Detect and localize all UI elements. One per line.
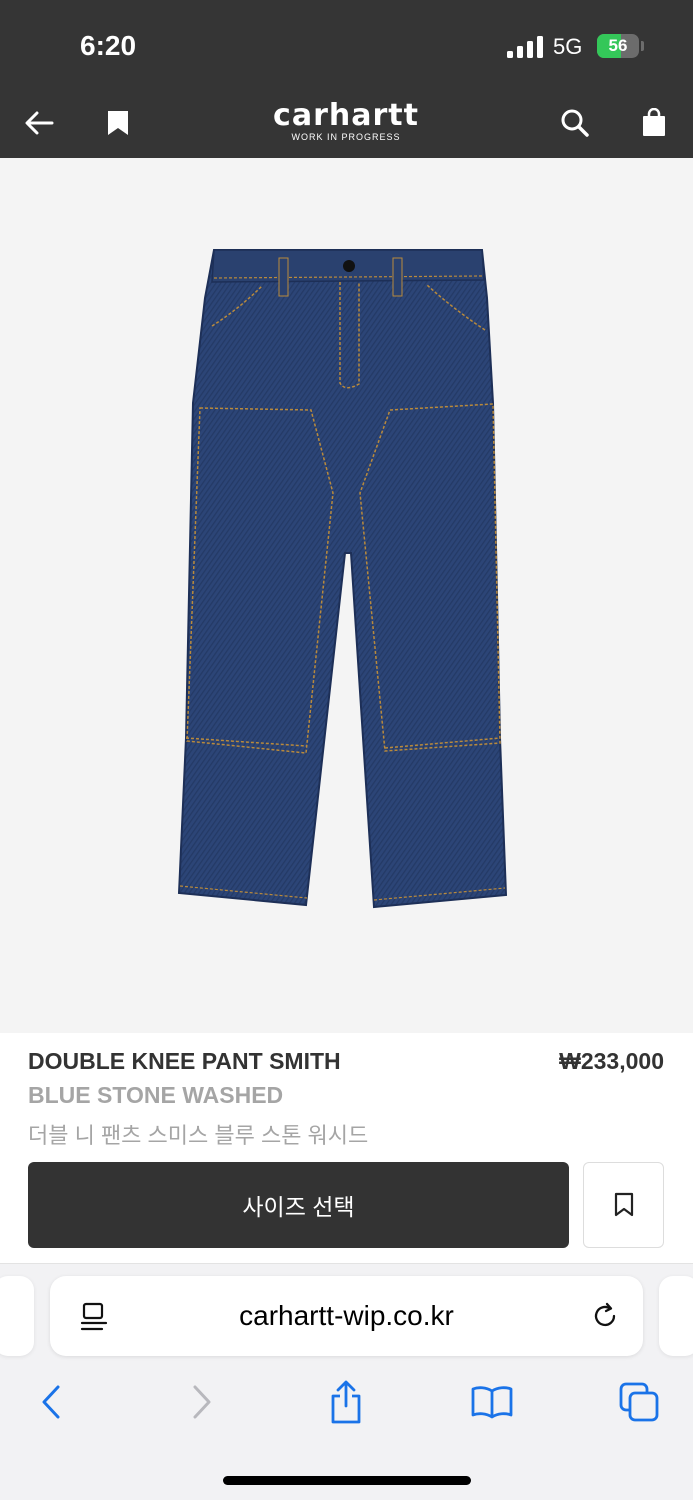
shopping-bag-icon[interactable] (635, 104, 673, 142)
product-name: DOUBLE KNEE PANT SMITH (28, 1048, 341, 1074)
battery-icon: 56 (597, 34, 639, 58)
product-info-panel: DOUBLE KNEE PANT SMITH ₩233,000 BLUE STO… (0, 1033, 693, 1263)
battery-percent: 56 (608, 36, 628, 55)
bookmarks-book-icon[interactable] (468, 1378, 516, 1426)
status-bar: 6:20 5G 56 (0, 0, 693, 88)
reload-icon[interactable] (590, 1301, 620, 1331)
product-korean-name: 더블 니 팬츠 스미스 블루 스톤 워시드 (28, 1123, 369, 1148)
brand-name: carhartt (273, 98, 419, 133)
browser-forward-icon[interactable] (178, 1378, 226, 1426)
product-color: BLUE STONE WASHED (28, 1082, 284, 1108)
bookmark-icon[interactable] (99, 104, 137, 142)
search-icon[interactable] (556, 104, 594, 142)
carhartt-logo[interactable]: carhartt WORK IN PROGRESS (246, 98, 446, 142)
bookmark-outline-icon (614, 1192, 633, 1217)
address-bar[interactable]: carhartt-wip.co.kr (50, 1276, 643, 1356)
next-tab-preview[interactable] (659, 1276, 693, 1356)
site-header: carhartt WORK IN PROGRESS (0, 88, 693, 158)
browser-back-icon[interactable] (27, 1378, 75, 1426)
wishlist-button[interactable] (583, 1162, 664, 1248)
home-indicator[interactable] (223, 1476, 471, 1485)
tabs-overview-icon[interactable] (615, 1378, 663, 1426)
network-type: 5G (553, 34, 583, 59)
back-arrow-icon[interactable] (20, 104, 58, 142)
denim-pants-illustration (177, 249, 508, 909)
url-text: carhartt-wip.co.kr (239, 1300, 454, 1331)
previous-tab-preview[interactable] (0, 1276, 34, 1356)
select-size-button[interactable]: 사이즈 선택 (28, 1162, 569, 1248)
signal-strength-icon (507, 36, 543, 58)
product-price: ₩233,000 (559, 1048, 664, 1074)
product-image[interactable] (0, 158, 693, 1033)
browser-toolbar: carhartt-wip.co.kr (0, 1263, 693, 1500)
battery-cap (641, 41, 644, 51)
clock-time: 6:20 (80, 30, 137, 61)
share-icon[interactable] (322, 1378, 370, 1426)
